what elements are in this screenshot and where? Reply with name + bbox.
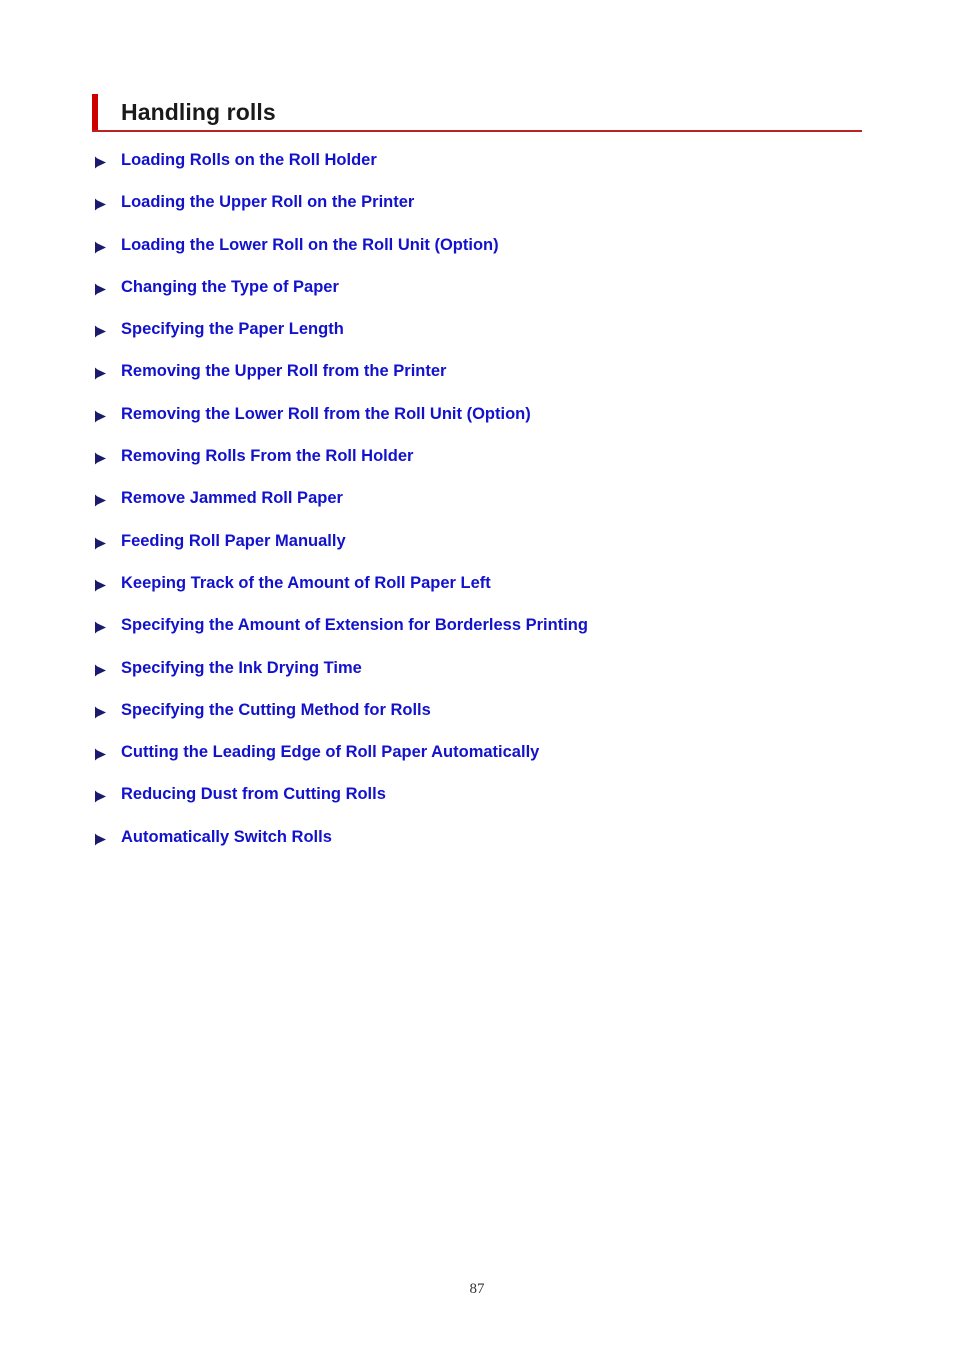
list-item-label[interactable]: Cutting the Leading Edge of Roll Paper A… [109, 742, 539, 762]
play-arrow-icon [92, 322, 109, 341]
play-arrow-icon [92, 661, 109, 680]
list-item-label[interactable]: Keeping Track of the Amount of Roll Pape… [109, 573, 491, 593]
play-arrow-icon [92, 745, 109, 764]
list-item-label[interactable]: Removing Rolls From the Roll Holder [109, 446, 413, 466]
list-item-label[interactable]: Specifying the Amount of Extension for B… [109, 615, 588, 635]
play-arrow-icon [92, 238, 109, 257]
topic-link-list: Loading Rolls on the Roll Holder Loading… [92, 150, 912, 869]
list-item-label[interactable]: Loading Rolls on the Roll Holder [109, 150, 377, 170]
list-item[interactable]: Specifying the Ink Drying Time [92, 658, 912, 700]
play-arrow-icon [92, 449, 109, 468]
list-item-label[interactable]: Remove Jammed Roll Paper [109, 488, 343, 508]
list-item[interactable]: Removing the Upper Roll from the Printer [92, 361, 912, 403]
list-item[interactable]: Feeding Roll Paper Manually [92, 531, 912, 573]
list-item-label[interactable]: Reducing Dust from Cutting Rolls [109, 784, 386, 804]
play-arrow-icon [92, 618, 109, 637]
document-page: Handling rolls Loading Rolls on the Roll… [0, 0, 954, 1350]
play-arrow-icon [92, 153, 109, 172]
list-item-label[interactable]: Changing the Type of Paper [109, 277, 339, 297]
list-item[interactable]: Loading Rolls on the Roll Holder [92, 150, 912, 192]
play-arrow-icon [92, 491, 109, 510]
list-item-label[interactable]: Feeding Roll Paper Manually [109, 531, 346, 551]
play-arrow-icon [92, 787, 109, 806]
page-footer: 87 [0, 1280, 954, 1298]
play-arrow-icon [92, 576, 109, 595]
title-divider [92, 130, 862, 132]
title-row: Handling rolls [92, 94, 862, 130]
list-item[interactable]: Removing Rolls From the Roll Holder [92, 446, 912, 488]
page-header: Handling rolls [92, 94, 862, 132]
play-arrow-icon [92, 534, 109, 553]
list-item-label[interactable]: Removing the Lower Roll from the Roll Un… [109, 404, 531, 424]
list-item-label[interactable]: Loading the Lower Roll on the Roll Unit … [109, 235, 499, 255]
page-number: 87 [469, 1281, 485, 1297]
list-item[interactable]: Automatically Switch Rolls [92, 827, 912, 869]
list-item-label[interactable]: Specifying the Ink Drying Time [109, 658, 362, 678]
list-item[interactable]: Loading the Lower Roll on the Roll Unit … [92, 235, 912, 277]
list-item[interactable]: Specifying the Cutting Method for Rolls [92, 700, 912, 742]
list-item[interactable]: Removing the Lower Roll from the Roll Un… [92, 404, 912, 446]
play-arrow-icon [92, 407, 109, 426]
play-arrow-icon [92, 703, 109, 722]
list-item-label[interactable]: Removing the Upper Roll from the Printer [109, 361, 446, 381]
play-arrow-icon [92, 364, 109, 383]
list-item-label[interactable]: Automatically Switch Rolls [109, 827, 332, 847]
list-item[interactable]: Remove Jammed Roll Paper [92, 488, 912, 530]
list-item-label[interactable]: Loading the Upper Roll on the Printer [109, 192, 414, 212]
list-item[interactable]: Cutting the Leading Edge of Roll Paper A… [92, 742, 912, 784]
list-item[interactable]: Keeping Track of the Amount of Roll Pape… [92, 573, 912, 615]
list-item[interactable]: Specifying the Paper Length [92, 319, 912, 361]
list-item[interactable]: Changing the Type of Paper [92, 277, 912, 319]
play-arrow-icon [92, 280, 109, 299]
list-item[interactable]: Loading the Upper Roll on the Printer [92, 192, 912, 234]
list-item[interactable]: Reducing Dust from Cutting Rolls [92, 784, 912, 826]
list-item[interactable]: Specifying the Amount of Extension for B… [92, 615, 912, 657]
play-arrow-icon [92, 830, 109, 849]
list-item-label[interactable]: Specifying the Cutting Method for Rolls [109, 700, 431, 720]
play-arrow-icon [92, 195, 109, 214]
list-item-label[interactable]: Specifying the Paper Length [109, 319, 344, 339]
page-title: Handling rolls [121, 99, 276, 125]
